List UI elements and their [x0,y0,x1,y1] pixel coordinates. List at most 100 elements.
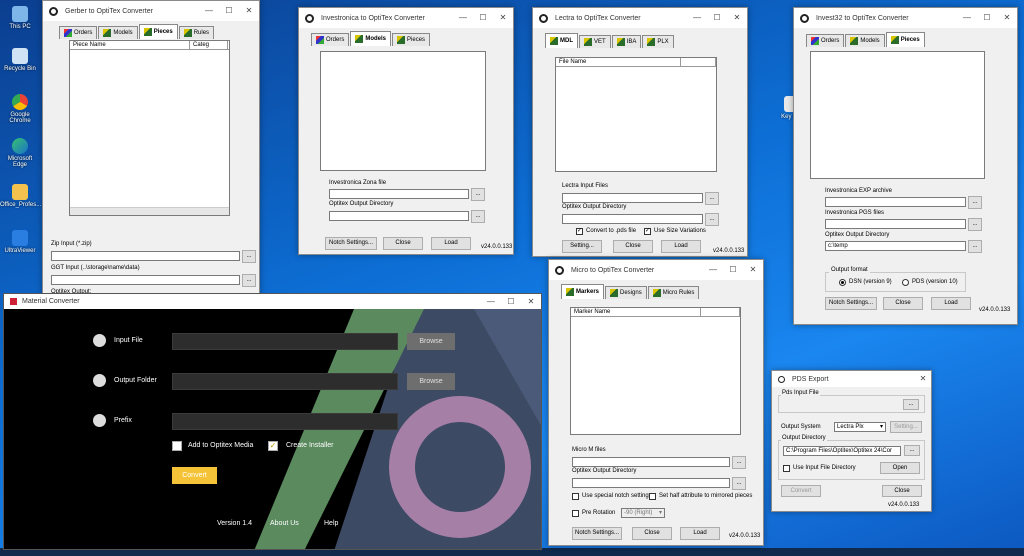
output-dir-input[interactable] [329,211,469,221]
output-directory-browse-button[interactable]: ... [904,445,920,456]
column-header-piece-name[interactable]: Piece Name [70,41,190,49]
convert-button[interactable]: Convert [172,467,217,484]
title-bar[interactable]: Gerber to OptiTex Converter — ☐ ✕ [43,1,259,21]
input-browse-button[interactable]: ... [705,192,719,205]
pgs-browse-button[interactable]: ... [968,218,982,231]
pieces-list[interactable] [810,51,985,179]
close-button[interactable]: Close [882,485,922,497]
output-browse-button[interactable]: ... [471,210,485,223]
tab-rules[interactable]: Rules [178,26,215,39]
tab-markers[interactable]: Markers [561,284,605,299]
maximize-button[interactable]: ☐ [219,1,239,21]
close-window-button[interactable]: ✕ [743,260,763,280]
tab-pieces[interactable]: Pieces [885,32,925,47]
ggt-input-field[interactable] [51,275,240,285]
load-button[interactable]: Load [431,237,471,250]
use-input-dir-checkbox[interactable] [783,465,790,472]
tab-designs[interactable]: Designs [605,286,647,299]
tab-orders[interactable]: Orders [59,26,98,39]
zip-browse-button[interactable]: ... [242,250,256,263]
tab-pieces[interactable]: Pieces [138,24,178,39]
load-button[interactable]: Load [680,527,720,540]
title-bar[interactable]: PDS Export ✕ [772,371,931,387]
title-bar[interactable]: Micro to OptiTex Converter — ☐ ✕ [549,260,763,280]
tab-plx[interactable]: PLX [642,35,674,48]
horizontal-scrollbar[interactable] [70,207,229,215]
exp-archive-input[interactable] [825,197,966,207]
desktop-icon-ultraviewer[interactable]: UltraViewer [0,230,40,254]
output-dir-input[interactable]: c:\temp [825,241,966,251]
exp-browse-button[interactable]: ... [968,196,982,209]
pds-radio[interactable] [902,279,909,286]
special-notch-checkbox[interactable] [572,493,579,500]
tab-orders[interactable]: Orders [311,33,350,46]
close-button[interactable]: Close [613,240,653,253]
half-attribute-checkbox[interactable] [649,493,656,500]
models-list[interactable] [320,51,486,171]
desktop-icon-office[interactable]: Office_Profes... [0,184,41,208]
tab-mdl[interactable]: MDL [545,33,578,48]
tab-micro-rules[interactable]: Micro Rules [647,286,700,299]
load-button[interactable]: Load [931,297,971,310]
convert-button[interactable]: Convert [781,485,821,497]
rotation-select[interactable]: -90 (Right) ▾ [621,508,665,518]
title-bar[interactable]: Lectra to OptiTex Converter — ☐ ✕ [533,8,747,28]
input-file-field[interactable] [172,333,398,350]
output-system-select[interactable]: Lectra Plx ▾ [834,422,886,432]
notch-settings-button[interactable]: Notch Settings... [572,527,622,540]
close-window-button[interactable]: ✕ [727,8,747,28]
close-button[interactable]: Close [883,297,923,310]
desktop-icon-edge[interactable]: Microsoft Edge [0,138,40,168]
pre-rotation-checkbox[interactable] [572,510,579,517]
tab-models[interactable]: Models [845,34,885,47]
input-browse-button[interactable]: Browse [407,333,455,350]
title-bar[interactable]: Material Converter — ☐ ✕ [4,294,541,309]
title-bar[interactable]: Investronica to OptiTex Converter — ☐ ✕ [299,8,513,28]
tab-vet[interactable]: VET [579,35,611,48]
convert-pds-checkbox[interactable]: ✓ [576,228,583,235]
pieces-list[interactable]: Piece Name Categ [69,40,230,216]
column-header-marker-name[interactable]: Marker Name [571,308,701,316]
dsn-radio[interactable] [839,279,846,286]
zip-input-field[interactable] [51,251,240,261]
maximize-button[interactable]: ☐ [501,294,521,309]
maximize-button[interactable]: ☐ [473,8,493,28]
maximize-button[interactable]: ☐ [723,260,743,280]
output-dir-input[interactable] [562,214,703,224]
add-media-checkbox[interactable] [172,441,182,451]
output-browse-button[interactable]: Browse [407,373,455,390]
tab-iba[interactable]: IBA [611,35,642,48]
title-bar[interactable]: Invest32 to OptiTex Converter — ☐ ✕ [794,8,1017,28]
notch-settings-button[interactable]: Notch Settings... [325,237,377,250]
minimize-button[interactable]: — [199,1,219,21]
file-list[interactable]: File Name [555,57,717,172]
output-dir-input[interactable] [572,478,730,488]
minimize-button[interactable]: — [481,294,501,309]
close-window-button[interactable]: ✕ [915,371,931,387]
pds-input-browse-button[interactable]: ... [903,399,919,410]
prefix-field[interactable] [172,413,398,430]
close-window-button[interactable]: ✕ [997,8,1017,28]
open-button[interactable]: Open [880,462,920,474]
input-files-field[interactable] [562,193,703,203]
zona-browse-button[interactable]: ... [471,188,485,201]
zona-file-input[interactable] [329,189,469,199]
column-header-blank[interactable] [681,58,716,66]
maximize-button[interactable]: ☐ [977,8,997,28]
setting-button[interactable]: Setting... [890,421,922,433]
minimize-button[interactable]: — [957,8,977,28]
column-header-category[interactable]: Categ [190,41,228,49]
output-browse-button[interactable]: ... [968,240,982,253]
notch-settings-button[interactable]: Notch Settings... [825,297,877,310]
setting-button[interactable]: Setting... [562,240,602,253]
close-button[interactable]: Close [632,527,672,540]
tab-models[interactable]: Models [98,26,138,39]
tab-pieces[interactable]: Pieces [392,33,431,46]
output-browse-button[interactable]: ... [705,213,719,226]
tab-orders[interactable]: Orders [806,34,845,47]
output-directory-input[interactable]: C:\Program Files\Optitex\Optitex 24\Cor [783,446,901,456]
ggt-browse-button[interactable]: ... [242,274,256,287]
size-variations-checkbox[interactable]: ✓ [644,228,651,235]
tab-models[interactable]: Models [350,31,392,46]
markers-list[interactable]: Marker Name [570,307,741,435]
